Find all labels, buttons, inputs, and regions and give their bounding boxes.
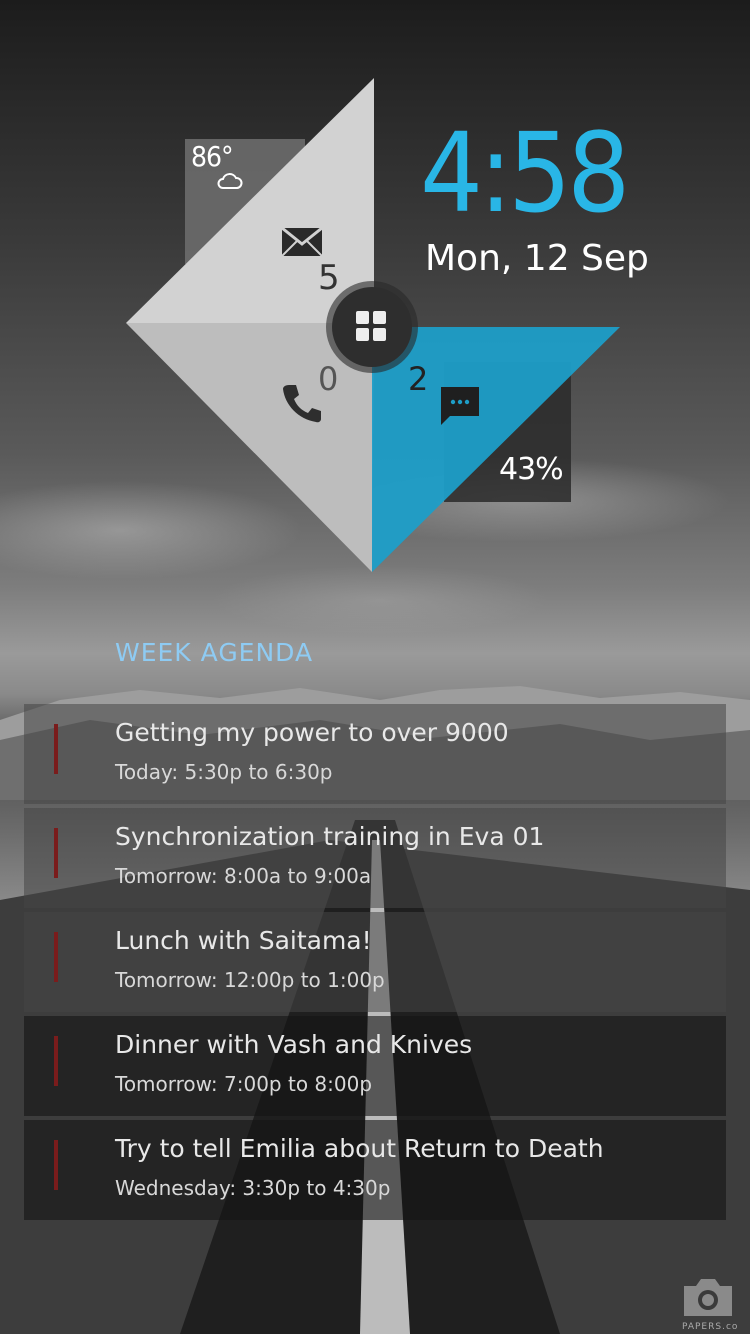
event-color-bar xyxy=(54,828,58,878)
event-color-bar xyxy=(54,932,58,982)
grid-icon-cell xyxy=(373,311,386,324)
event-time: Tomorrow: 12:00p to 1:00p xyxy=(115,968,385,992)
battery-level: 43% xyxy=(499,452,564,487)
event-title: Lunch with Saitama! xyxy=(115,926,372,955)
grid-icon-cell xyxy=(373,328,386,341)
grid-icon-cell xyxy=(356,328,369,341)
event-title: Try to tell Emilia about Return to Death xyxy=(115,1134,604,1163)
clock-date: Mon, 12 Sep xyxy=(425,238,649,279)
clock-time[interactable]: 4:58 xyxy=(420,118,630,228)
cloud-icon xyxy=(217,173,243,189)
message-icon[interactable] xyxy=(438,384,482,428)
camera-icon[interactable] xyxy=(680,1276,736,1318)
event-time: Tomorrow: 7:00p to 8:00p xyxy=(115,1072,373,1096)
event-color-bar xyxy=(54,1036,58,1086)
event-time: Wednesday: 3:30p to 4:30p xyxy=(115,1176,391,1200)
event-color-bar xyxy=(54,724,58,774)
agenda-title: WEEK AGENDA xyxy=(115,638,314,667)
phone-icon[interactable] xyxy=(280,383,322,423)
event-time: Today: 5:30p to 6:30p xyxy=(115,760,333,784)
mail-count: 5 xyxy=(318,258,340,298)
agenda-item[interactable]: Getting my power to over 9000 Today: 5:3… xyxy=(24,704,726,804)
event-title: Synchronization training in Eva 01 xyxy=(115,822,545,851)
event-title: Dinner with Vash and Knives xyxy=(115,1030,473,1059)
mail-icon[interactable] xyxy=(281,227,323,257)
weather-temperature[interactable]: 86° xyxy=(191,140,234,173)
event-time: Tomorrow: 8:00a to 9:00a xyxy=(115,864,372,888)
grid-icon xyxy=(356,311,369,324)
home-widget: 86° 5 0 2 43% 4:58 Mon, 12 Sep xyxy=(0,0,750,600)
agenda-item[interactable]: Synchronization training in Eva 01 Tomor… xyxy=(24,808,726,908)
messages-count: 2 xyxy=(408,360,429,398)
app-drawer-button[interactable] xyxy=(332,287,412,367)
watermark: PAPERS.co xyxy=(682,1322,739,1332)
agenda-item[interactable]: Dinner with Vash and Knives Tomorrow: 7:… xyxy=(24,1016,726,1116)
agenda-item[interactable]: Lunch with Saitama! Tomorrow: 12:00p to … xyxy=(24,912,726,1012)
agenda-list: Getting my power to over 9000 Today: 5:3… xyxy=(24,704,726,1224)
agenda-item[interactable]: Try to tell Emilia about Return to Death… xyxy=(24,1120,726,1220)
event-color-bar xyxy=(54,1140,58,1190)
event-title: Getting my power to over 9000 xyxy=(115,718,509,747)
missed-calls-count: 0 xyxy=(318,360,339,398)
